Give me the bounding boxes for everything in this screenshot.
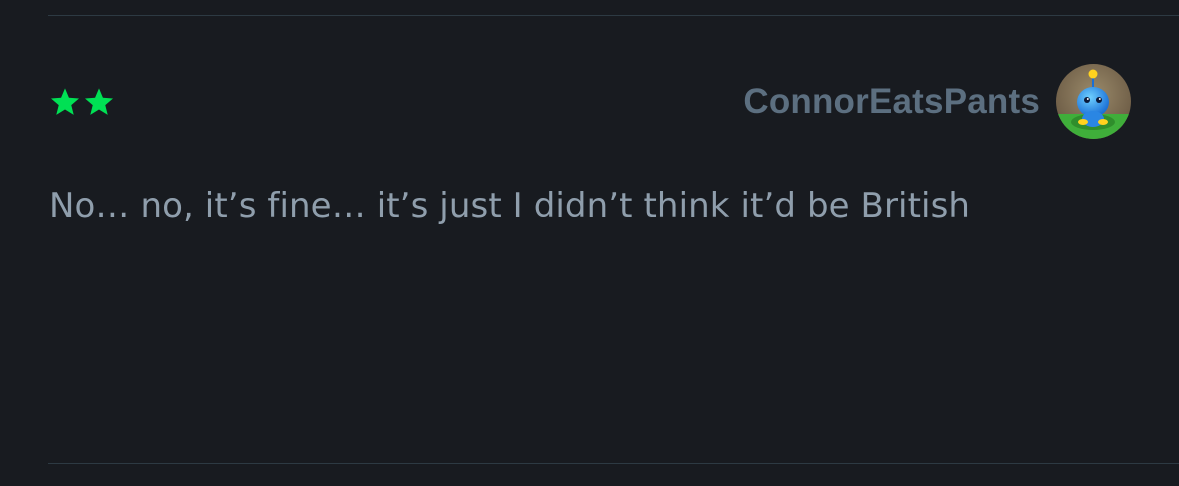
star-icon (49, 86, 81, 118)
star-icon (83, 86, 115, 118)
review-text: No… no, it’s fine… it’s just I didn’t th… (49, 186, 971, 226)
star-rating (49, 86, 115, 118)
chao-avatar-icon (1056, 64, 1131, 139)
author-name-link[interactable]: ConnorEatsPants (743, 82, 1040, 122)
top-divider (48, 15, 1179, 16)
avatar[interactable] (1056, 64, 1131, 139)
review-card: ConnorEatsPants No… no, it’s fine… it’s … (0, 0, 1179, 486)
bottom-divider (48, 463, 1179, 464)
review-author[interactable]: ConnorEatsPants (743, 64, 1131, 139)
